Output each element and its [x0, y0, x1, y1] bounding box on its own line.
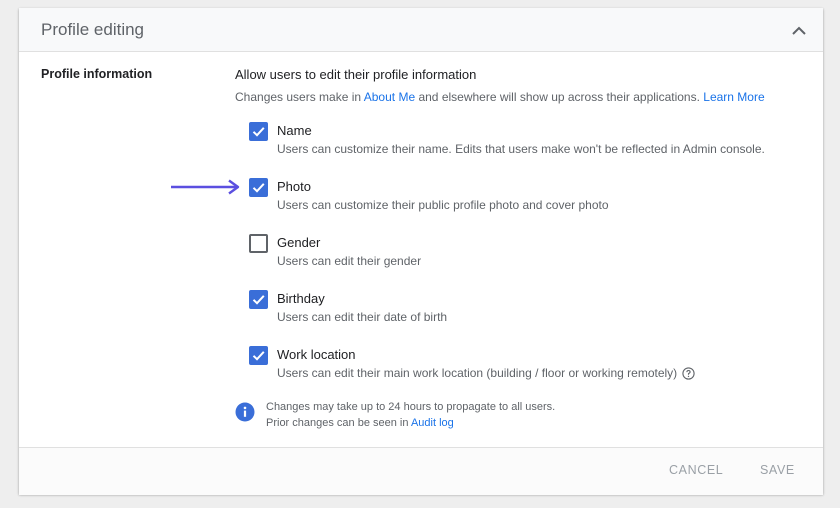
audit-log-link[interactable]: Audit log	[411, 417, 454, 429]
setting-description-text-2: and elsewhere will show up across their …	[415, 90, 704, 104]
check-icon	[252, 351, 265, 361]
card-title: Profile editing	[41, 20, 145, 39]
photo-checkbox[interactable]	[249, 178, 268, 197]
learn-more-link[interactable]: Learn More	[703, 90, 764, 104]
option-description: Users can customize their name. Edits th…	[277, 142, 765, 156]
info-icon	[235, 402, 255, 422]
about-me-link[interactable]: About Me	[364, 90, 415, 104]
info-text: Changes may take up to 24 hours to propa…	[266, 401, 556, 413]
profile-editing-card: Profile editing Profile information Allo…	[19, 8, 823, 495]
setting-description: Changes users make in About Me and elsew…	[235, 90, 765, 104]
save-button[interactable]: SAVE	[760, 463, 795, 477]
info-text-prefix: Prior changes can be seen in	[266, 417, 411, 429]
option-label: Work location	[277, 347, 356, 362]
card-header[interactable]: Profile editing	[19, 8, 823, 52]
check-icon	[252, 183, 265, 193]
check-icon	[252, 295, 265, 305]
work-location-checkbox[interactable]	[249, 346, 268, 365]
option-label: Name	[277, 123, 312, 138]
setting-title: Allow users to edit their profile inform…	[235, 67, 477, 82]
option-label: Gender	[277, 235, 321, 250]
option-description: Users can customize their public profile…	[277, 198, 609, 212]
card-footer: CANCEL SAVE	[19, 447, 823, 495]
birthday-checkbox[interactable]	[249, 290, 268, 309]
help-icon[interactable]	[682, 367, 695, 383]
check-icon	[252, 127, 265, 137]
gender-checkbox[interactable]	[249, 234, 268, 253]
setting-description-text: Changes users make in	[235, 90, 364, 104]
option-description-text: Users can edit their main work location …	[277, 366, 678, 380]
name-checkbox[interactable]	[249, 122, 268, 141]
option-description: Users can edit their gender	[277, 254, 422, 268]
section-label: Profile information	[41, 67, 153, 81]
option-description: Users can edit their date of birth	[277, 310, 448, 324]
option-label: Birthday	[277, 291, 325, 306]
info-text-2: Prior changes can be seen in Audit log	[266, 417, 454, 429]
cancel-button[interactable]: CANCEL	[669, 463, 723, 477]
option-label: Photo	[277, 179, 311, 194]
arrow-annotation-icon	[171, 179, 240, 195]
option-description: Users can edit their main work location …	[277, 366, 695, 383]
chevron-up-icon[interactable]	[789, 20, 809, 40]
